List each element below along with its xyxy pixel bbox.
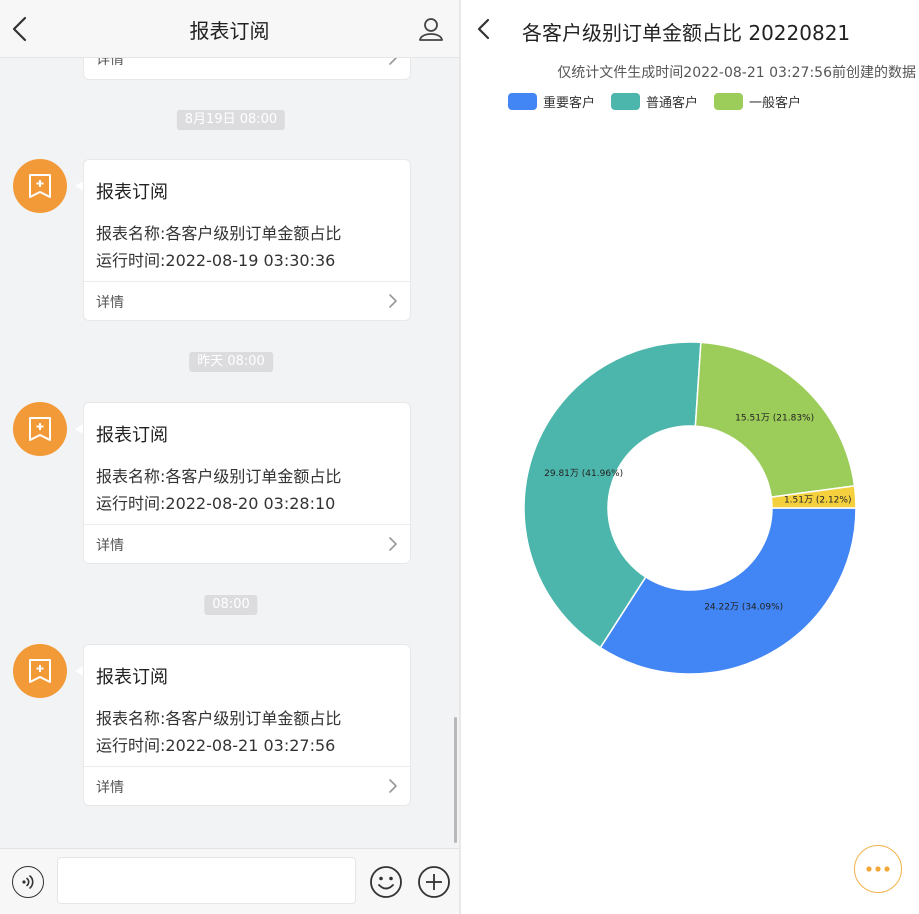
report-bookmark-icon bbox=[29, 417, 51, 441]
report-name: 报表名称:各客户级别订单金额占比 bbox=[96, 467, 342, 486]
message-card: 报表订阅 报表名称:各客户级别订单金额占比 运行时间:2022-08-21 03… bbox=[83, 644, 411, 806]
avatar[interactable] bbox=[13, 402, 67, 456]
slice-data-label: 24.22万 (34.09%) bbox=[704, 602, 783, 612]
run-time: 运行时间:2022-08-19 03:30:36 bbox=[96, 251, 336, 270]
report-panel: 各客户级别订单金额占比 20220821 仅统计文件生成时间2022-08-21… bbox=[461, 0, 919, 914]
detail-link[interactable]: 详情 bbox=[84, 767, 410, 805]
chat-header: 报表订阅 bbox=[0, 0, 459, 58]
detail-link[interactable]: 详情 bbox=[84, 525, 410, 563]
timestamp: 08:00 bbox=[204, 595, 258, 615]
more-dots-icon bbox=[866, 866, 890, 872]
chat-title: 报表订阅 bbox=[189, 19, 270, 43]
more-button[interactable] bbox=[854, 845, 902, 893]
plus-circle-icon bbox=[418, 866, 450, 898]
add-button[interactable] bbox=[417, 865, 451, 899]
chevron-right-icon bbox=[389, 294, 397, 308]
message-card: 报表订阅 报表名称:各客户级别订单金额占比 运行时间:2022-08-19 03… bbox=[83, 159, 411, 321]
chat-panel: 报表订阅 详情 8月19日 08:00 报表订阅 报表名称:各客户级别订单金额占… bbox=[0, 0, 459, 914]
chevron-right-icon bbox=[389, 779, 397, 793]
report-name: 报表名称:各客户级别订单金额占比 bbox=[96, 224, 342, 243]
donut-chart: 24.22万 (34.09%) 29.81万 (41.96%) 15.51万 (21… bbox=[523, 341, 857, 675]
voice-icon bbox=[22, 875, 34, 889]
emoji-button[interactable] bbox=[369, 865, 403, 899]
slice-important[interactable] bbox=[599, 507, 857, 675]
voice-button[interactable] bbox=[12, 866, 44, 898]
detail-label: 详情 bbox=[96, 295, 124, 311]
slice-data-label: 1.51万 (2.12%) bbox=[784, 495, 852, 505]
chevron-right-icon bbox=[389, 537, 397, 551]
message-title: 报表订阅 bbox=[96, 425, 168, 446]
timestamp: 昨天 08:00 bbox=[189, 352, 273, 372]
input-bar bbox=[0, 848, 459, 914]
avatar[interactable] bbox=[13, 644, 67, 698]
report-bookmark-icon bbox=[29, 659, 51, 683]
report-name: 报表名称:各客户级别订单金额占比 bbox=[96, 709, 342, 728]
slice-data-label: 15.51万 (21.83%) bbox=[735, 413, 814, 423]
scrollbar-thumb[interactable] bbox=[454, 717, 457, 843]
emoji-icon bbox=[370, 866, 402, 898]
detail-label: 详情 bbox=[96, 780, 124, 796]
message-input[interactable] bbox=[57, 857, 356, 904]
message-card: 报表订阅 报表名称:各客户级别订单金额占比 运行时间:2022-08-20 03… bbox=[83, 402, 411, 564]
run-time: 运行时间:2022-08-20 03:28:10 bbox=[96, 494, 336, 513]
slice-data-label: 29.81万 (41.96%) bbox=[544, 469, 623, 479]
report-bookmark-icon bbox=[29, 174, 51, 198]
avatar[interactable] bbox=[13, 159, 67, 213]
message-title: 报表订阅 bbox=[96, 667, 168, 688]
detail-label: 详情 bbox=[96, 538, 124, 554]
run-time: 运行时间:2022-08-21 03:27:56 bbox=[96, 736, 336, 755]
user-profile-button[interactable] bbox=[417, 15, 445, 43]
message-title: 报表订阅 bbox=[96, 182, 168, 203]
user-icon bbox=[419, 18, 443, 41]
detail-link[interactable]: 详情 bbox=[84, 282, 410, 320]
timestamp: 8月19日 08:00 bbox=[176, 110, 286, 130]
